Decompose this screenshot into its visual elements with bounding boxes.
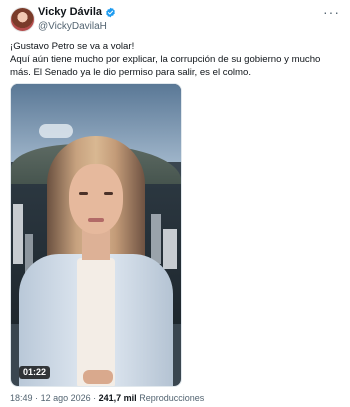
name-row: Vicky Dávila xyxy=(38,6,116,19)
tweet-time[interactable]: 18:49 xyxy=(10,393,33,403)
video-subject-eye xyxy=(104,192,113,195)
video-subject-top xyxy=(77,258,115,386)
avatar[interactable] xyxy=(10,7,35,32)
author-handle[interactable]: @VickyDavilaH xyxy=(38,20,116,33)
video-background-cloud xyxy=(39,124,73,138)
author-display-name[interactable]: Vicky Dávila xyxy=(38,6,102,19)
tweet-date[interactable]: 12 ago 2026 xyxy=(41,393,91,403)
meta-separator: · xyxy=(93,393,97,403)
tweet-header: Vicky Dávila @VickyDavilaH ··· xyxy=(10,5,342,35)
meta-separator: · xyxy=(35,393,39,403)
tweet-meta: 18:49 · 12 ago 2026 · 241,7 mil Reproduc… xyxy=(10,393,204,404)
video-subject-eye xyxy=(79,192,88,195)
more-horizontal-icon[interactable]: ··· xyxy=(323,5,340,19)
video-duration-badge: 01:22 xyxy=(19,366,51,379)
video-subject-hands xyxy=(83,370,113,384)
verified-badge-icon xyxy=(106,7,115,18)
video-subject-face xyxy=(69,164,123,234)
video-player[interactable]: 01:22 xyxy=(10,83,182,387)
author-names: Vicky Dávila @VickyDavilaH xyxy=(38,6,116,33)
video-subject-lips xyxy=(88,218,104,222)
views-count: 241,7 mil xyxy=(98,393,137,403)
video-subject-neck xyxy=(82,230,110,260)
tweet-text: ¡Gustavo Petro se va a volar! Aquí aún t… xyxy=(10,41,321,78)
views-label: Reproducciones xyxy=(139,393,205,403)
